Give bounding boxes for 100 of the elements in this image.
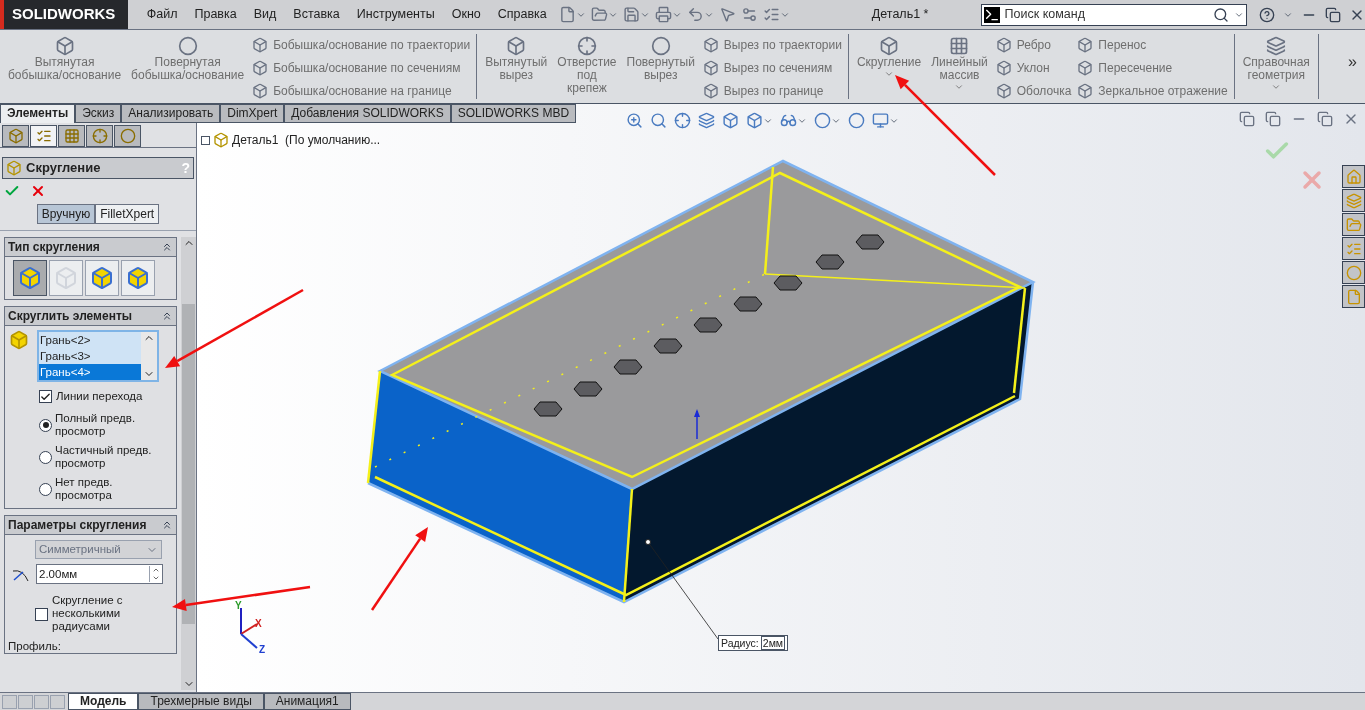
view-tool-icon[interactable] <box>780 112 797 129</box>
task-pane-tab[interactable] <box>1342 165 1365 188</box>
ribbon-item[interactable]: Пересечение <box>1077 59 1228 77</box>
view-tool-icon[interactable] <box>848 112 865 129</box>
ribbon-item[interactable]: Зеркальное отражение <box>1077 82 1228 100</box>
toolbar-icon[interactable] <box>686 6 704 23</box>
ribbon-item[interactable]: Бобышка/основание по траектории <box>252 36 471 54</box>
collapse-icon[interactable] <box>161 310 173 322</box>
view-tool-icon[interactable] <box>674 112 691 129</box>
ribbon-button[interactable]: Скругление <box>854 34 924 79</box>
task-pane-tab[interactable] <box>1342 189 1365 212</box>
radio-button[interactable] <box>39 450 52 464</box>
ribbon-button[interactable]: Вытянутая бобышка/основание <box>6 34 124 82</box>
menu-item[interactable]: Инструменты <box>356 5 435 24</box>
caret-icon[interactable] <box>954 82 965 92</box>
ribbon-item[interactable]: Бобышка/основание по сечениям <box>252 59 471 77</box>
ribbon-item[interactable]: Перенос <box>1077 36 1228 54</box>
search-field[interactable]: Поиск команд <box>1004 5 1208 24</box>
panel-tab[interactable] <box>58 125 85 147</box>
view-tool-icon[interactable] <box>746 112 763 129</box>
feature-tab[interactable]: Эскиз <box>75 104 122 123</box>
view-tool-icon[interactable] <box>650 112 667 129</box>
toolbar-icon[interactable] <box>558 6 576 23</box>
ribbon-item[interactable]: Бобышка/основание на границе <box>252 82 471 100</box>
fillet-type-button[interactable] <box>49 260 83 296</box>
fillet-type-button[interactable] <box>121 260 155 296</box>
list-item[interactable]: Грань<3> <box>39 348 141 364</box>
scrollbar[interactable] <box>181 237 196 690</box>
caret-icon[interactable] <box>884 69 895 79</box>
ribbon-item[interactable]: Уклон <box>995 59 1072 77</box>
feature-tab[interactable]: SOLIDWORKS MBD <box>450 104 577 123</box>
section-header[interactable]: Параметры скругления <box>5 516 176 536</box>
toolbar-icon[interactable] <box>762 6 780 23</box>
menu-item[interactable]: Файл <box>146 5 178 24</box>
help-icon[interactable] <box>1259 6 1275 23</box>
cancel-icon[interactable] <box>30 183 46 199</box>
feature-tab[interactable]: Элементы <box>0 104 76 123</box>
ribbon-button[interactable]: Отверстие под крепеж <box>555 34 619 95</box>
search-icon[interactable] <box>1213 6 1229 23</box>
search-box[interactable]: Поиск команд <box>980 3 1247 26</box>
ribbon-item[interactable]: Вырез по сечениям <box>702 59 842 77</box>
list-item[interactable]: Грань<4> <box>39 364 141 380</box>
toolbar-icon[interactable] <box>718 6 736 23</box>
ribbon-item[interactable]: Вырез по границе <box>702 82 842 100</box>
task-pane-tab[interactable] <box>1342 213 1365 236</box>
radio-button[interactable] <box>39 418 52 432</box>
model-tab[interactable]: Трехмерные виды <box>138 693 264 710</box>
view-tool-icon[interactable] <box>698 112 715 129</box>
menu-item[interactable]: Справка <box>497 5 547 24</box>
tree-item[interactable]: Деталь1 (По умолчанию... <box>232 131 381 149</box>
checkbox[interactable] <box>39 390 52 404</box>
panel-right-icon[interactable] <box>1265 111 1281 127</box>
radius-spinbox[interactable]: 2.00мм <box>36 564 163 585</box>
ribbon-button[interactable]: Справочная геометрия <box>1240 34 1312 92</box>
restore-icon[interactable] <box>1325 6 1341 23</box>
fillet-type-button[interactable] <box>85 260 119 296</box>
menu-item[interactable]: Окно <box>451 5 481 24</box>
panel-tab[interactable] <box>2 125 29 147</box>
collapse-icon[interactable] <box>161 241 173 253</box>
feature-tab[interactable]: DimXpert <box>220 104 285 123</box>
task-pane-tab[interactable] <box>1342 285 1365 308</box>
toolbar-icon[interactable] <box>590 6 608 23</box>
fillet-type-button[interactable] <box>13 260 47 296</box>
checkbox[interactable] <box>35 608 48 622</box>
view-tool-icon[interactable] <box>626 112 643 129</box>
model-tab[interactable]: Анимация1 <box>263 693 351 710</box>
task-pane-tab[interactable] <box>1342 261 1365 284</box>
expand-icon[interactable] <box>201 135 210 145</box>
panel-tab[interactable] <box>30 125 57 147</box>
ribbon-item[interactable]: Оболочка <box>995 82 1072 100</box>
radius-field[interactable]: 2.00мм <box>37 565 149 583</box>
caret-icon[interactable] <box>1271 82 1282 92</box>
view-tool-icon[interactable] <box>722 112 739 129</box>
toolbar-icon[interactable] <box>654 6 672 23</box>
view-tool-icon[interactable] <box>814 112 831 129</box>
menu-item[interactable]: Правка <box>194 5 237 24</box>
radio-button[interactable] <box>39 482 52 496</box>
task-pane-tab[interactable] <box>1342 237 1365 260</box>
toolbar-icon[interactable] <box>622 6 640 23</box>
toolbar-icon[interactable] <box>740 6 758 23</box>
more-button[interactable]: » <box>1348 50 1357 103</box>
ribbon-button[interactable]: Повернутая бобышка/основание <box>129 34 247 82</box>
panel-tab[interactable] <box>86 125 113 147</box>
feature-tab[interactable]: Анализировать <box>121 104 221 123</box>
section-header[interactable]: Тип скругления <box>5 238 176 257</box>
selection-list[interactable]: Грань<2> Грань<3> Грань<4> <box>37 330 159 382</box>
feature-tab[interactable]: Добавления SOLIDWORKS <box>284 104 451 123</box>
ribbon-button[interactable]: Линейный массив <box>929 34 990 92</box>
menu-item[interactable]: Вид <box>253 5 277 24</box>
ribbon-button[interactable]: Повернутый вырез <box>624 34 697 82</box>
collapse-icon[interactable] <box>161 519 173 532</box>
ribbon-button[interactable]: Вытянутый вырез <box>483 34 550 82</box>
model-tab[interactable]: Модель <box>68 693 139 710</box>
section-header[interactable]: Скруглить элементы <box>5 307 176 326</box>
mode-button[interactable]: FilletXpert <box>95 204 160 224</box>
panel-left-icon[interactable] <box>1239 111 1255 127</box>
panel-tab[interactable] <box>114 125 141 147</box>
ribbon-item[interactable]: Вырез по траектории <box>702 36 842 54</box>
ribbon-item[interactable]: Ребро <box>995 36 1072 54</box>
menu-item[interactable]: Вставка <box>293 5 340 24</box>
